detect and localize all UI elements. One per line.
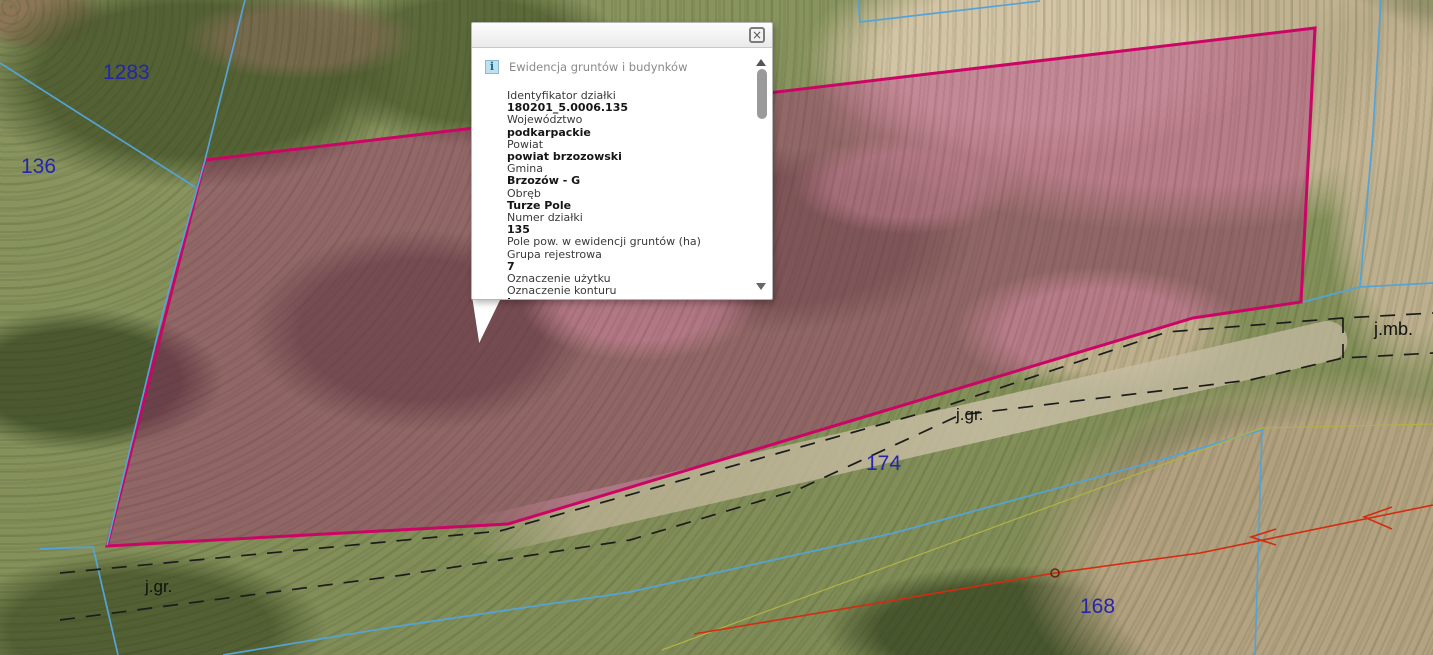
scrollbar-thumb[interactable] bbox=[757, 69, 767, 119]
scrollbar-down-arrow-icon[interactable] bbox=[756, 283, 766, 290]
parcel-number-174: 174 bbox=[866, 452, 901, 476]
cadastral-line-blue-9 bbox=[1360, 283, 1433, 287]
cadastral-line-blue-7 bbox=[1360, 0, 1381, 287]
popup-field-label: Numer działki bbox=[507, 212, 750, 224]
scrollbar-up-arrow-icon[interactable] bbox=[756, 59, 766, 66]
info-icon: i bbox=[485, 60, 499, 74]
popup-field-label: Obręb bbox=[507, 188, 750, 200]
popup-title: Ewidencja gruntów i budynków bbox=[509, 60, 688, 74]
popup-field-value: powiat brzozowski bbox=[507, 151, 750, 163]
cadastral-line-blue-3 bbox=[40, 547, 118, 655]
popup-field-label: Pole pow. w ewidencji gruntów (ha) bbox=[507, 236, 750, 248]
map-view[interactable]: 1283 136 174 168 j.gr. j.gr. j.mb. × i E… bbox=[0, 0, 1433, 655]
power-line-arrowhead-small bbox=[1251, 529, 1276, 545]
land-use-label-jgr-2: j.gr. bbox=[956, 405, 983, 425]
parcel-number-168: 168 bbox=[1080, 595, 1115, 619]
popup-field-value: Brzozów - G bbox=[507, 175, 750, 187]
popup-field-label: Grupa rejestrowa bbox=[507, 249, 750, 261]
popup-header: i Ewidencja gruntów i budynków bbox=[485, 60, 688, 74]
cadastral-line-blue-6 bbox=[858, 0, 1040, 22]
popup-field-value: podkarpackie bbox=[507, 127, 750, 139]
cadastral-line-blue-8 bbox=[1303, 287, 1360, 302]
parcel-number-1283: 1283 bbox=[103, 61, 150, 85]
land-use-label-jgr-1: j.gr. bbox=[145, 577, 172, 597]
popup-field-label: Województwo bbox=[507, 114, 750, 126]
land-use-label-jmb: j.mb. bbox=[1374, 319, 1413, 340]
cadastral-line-blue-5 bbox=[1255, 430, 1262, 655]
parcel-number-136: 136 bbox=[21, 155, 56, 179]
popup-field-label: Oznaczenie konturu bbox=[507, 285, 750, 297]
power-line-arrowhead bbox=[1364, 507, 1392, 529]
popup-titlebar: × bbox=[472, 23, 772, 48]
power-line-red bbox=[694, 505, 1433, 634]
close-icon[interactable]: × bbox=[749, 27, 765, 43]
utility-line-yellow bbox=[662, 424, 1433, 650]
info-popup: × i Ewidencja gruntów i budynków Identyf… bbox=[471, 22, 773, 300]
popup-attribute-list: Identyfikator działki180201_5.0006.135Wo… bbox=[507, 90, 750, 299]
popup-field-value: Ls bbox=[507, 297, 750, 299]
